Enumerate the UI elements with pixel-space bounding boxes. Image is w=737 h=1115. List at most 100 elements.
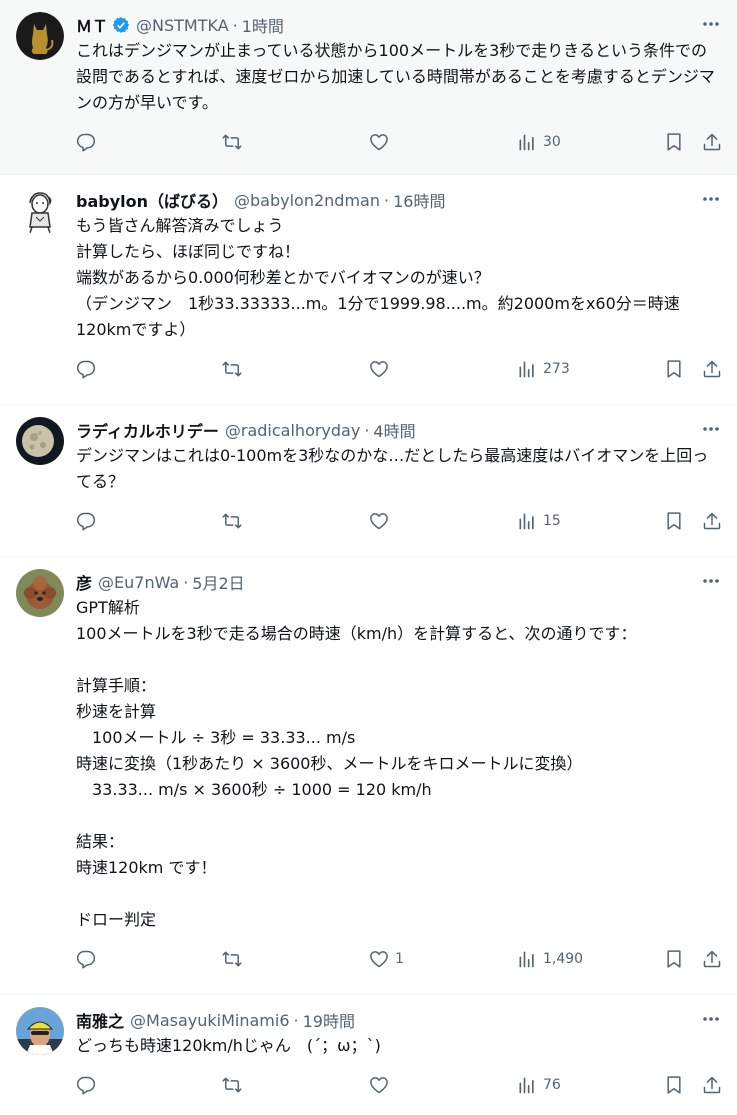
post-header: 彦 @Eu7nWa · 5月2日 — [76, 569, 721, 595]
heart-icon — [370, 134, 388, 151]
bookmark-icon — [667, 360, 681, 378]
repost-button[interactable] — [222, 1075, 242, 1095]
share-button[interactable] — [702, 1075, 722, 1095]
avatar[interactable] — [16, 1007, 64, 1055]
repost-button[interactable] — [222, 132, 242, 152]
share-button[interactable] — [702, 511, 722, 531]
reply-button[interactable] — [76, 132, 96, 152]
more-options-icon[interactable] — [701, 14, 721, 34]
action-bar: 273 — [76, 349, 721, 397]
more-options-icon[interactable] — [701, 1009, 721, 1029]
bookmark-button[interactable] — [664, 1075, 684, 1095]
handle[interactable]: @babylon2ndman — [234, 191, 380, 210]
share-button[interactable] — [702, 949, 722, 969]
more-options-icon[interactable] — [701, 571, 721, 591]
post[interactable]: 南雅之 @MasayukiMinami6 · 19時間 どっちも時速120km/… — [0, 995, 737, 1115]
post[interactable]: babylon（ばびる） @babylon2ndman · 16時間 もう皆さん… — [0, 175, 737, 405]
bookmark-button[interactable] — [664, 949, 684, 969]
post-header: ラディカルホリデー @radicalhoryday · 4時間 — [76, 417, 721, 443]
more-options-icon[interactable] — [701, 419, 721, 439]
share-icon — [703, 950, 721, 968]
timestamp[interactable]: 5月2日 — [192, 570, 244, 594]
more-options-icon[interactable] — [701, 189, 721, 209]
separator: · — [293, 1010, 299, 1030]
cyclist-helmet-icon — [16, 1007, 64, 1055]
reply-button[interactable] — [76, 949, 96, 969]
reply-button[interactable] — [76, 511, 96, 531]
view-count: 1,490 — [543, 951, 584, 967]
display-name[interactable]: ラディカルホリデー — [76, 418, 219, 442]
timestamp[interactable]: 16時間 — [393, 188, 445, 212]
repost-button[interactable] — [222, 511, 242, 531]
bookmark-button[interactable] — [664, 132, 684, 152]
display-name[interactable]: ＭＴ — [76, 13, 108, 37]
views-button[interactable]: 30 — [517, 132, 561, 152]
post[interactable]: 彦 @Eu7nWa · 5月2日 GPT解析 100メートルを3秒で走る場合の時… — [0, 557, 737, 995]
display-name[interactable]: babylon（ばびる） — [76, 188, 228, 212]
bar-chart-icon — [519, 513, 534, 530]
post[interactable]: ラディカルホリデー @radicalhoryday · 4時間 デンジマンはこれ… — [0, 405, 737, 557]
reply-feed: ＭＴ @NSTMTKA · 1時間 これはデンジマンが止まっている状態から100… — [0, 0, 737, 1115]
handle[interactable]: @radicalhoryday — [225, 421, 360, 440]
bookmark-button[interactable] — [664, 511, 684, 531]
like-button[interactable] — [369, 1075, 395, 1095]
separator: · — [383, 190, 390, 210]
handle[interactable]: @MasayukiMinami6 — [130, 1011, 289, 1030]
reply-icon — [76, 360, 96, 379]
cartoon-character-icon — [16, 187, 64, 235]
reply-icon — [76, 133, 96, 152]
repost-button[interactable] — [222, 359, 242, 379]
timestamp[interactable]: 19時間 — [303, 1008, 355, 1032]
views-button[interactable]: 273 — [517, 359, 570, 379]
like-button[interactable] — [369, 511, 395, 531]
bookmark-button[interactable] — [664, 359, 684, 379]
views-button[interactable]: 1,490 — [517, 949, 583, 969]
heart-icon — [370, 1077, 388, 1094]
timestamp[interactable]: 4時間 — [373, 418, 415, 442]
action-bar: 1 1,490 — [76, 939, 721, 987]
view-count: 76 — [543, 1077, 561, 1093]
reply-icon — [76, 512, 96, 531]
avatar[interactable] — [16, 187, 64, 235]
display-name[interactable]: 彦 — [76, 570, 92, 594]
heart-icon — [370, 951, 388, 968]
repost-button[interactable] — [222, 949, 242, 969]
like-button[interactable] — [369, 132, 395, 152]
poodle-dog-icon — [16, 569, 64, 617]
share-button[interactable] — [702, 132, 722, 152]
view-count: 273 — [543, 361, 570, 377]
reply-button[interactable] — [76, 1075, 96, 1095]
display-name[interactable]: 南雅之 — [76, 1008, 124, 1032]
reply-button[interactable] — [76, 359, 96, 379]
view-count: 30 — [543, 134, 561, 150]
like-button[interactable] — [369, 359, 395, 379]
avatar[interactable] — [16, 12, 64, 60]
moon-icon — [16, 417, 64, 465]
avatar[interactable] — [16, 569, 64, 617]
heart-icon — [370, 361, 388, 378]
views-button[interactable]: 15 — [517, 511, 561, 531]
bar-chart-icon — [519, 951, 534, 968]
post-text: これはデンジマンが止まっている状態から100メートルを3秒で走りきるという条件で… — [76, 41, 715, 112]
share-icon — [703, 360, 721, 378]
bookmark-icon — [667, 133, 681, 151]
views-button[interactable]: 76 — [517, 1075, 561, 1095]
separator: · — [183, 572, 189, 592]
like-button[interactable]: 1 — [369, 949, 404, 969]
like-count: 1 — [395, 951, 404, 967]
share-icon — [703, 1076, 721, 1094]
bar-chart-icon — [519, 134, 534, 151]
share-button[interactable] — [702, 359, 722, 379]
avatar[interactable] — [16, 417, 64, 465]
handle[interactable]: @NSTMTKA — [136, 16, 229, 35]
cat-silhouette-icon — [16, 12, 64, 60]
view-count: 15 — [543, 513, 561, 529]
handle[interactable]: @Eu7nWa — [98, 573, 179, 592]
post[interactable]: ＭＴ @NSTMTKA · 1時間 これはデンジマンが止まっている状態から100… — [0, 0, 737, 175]
timestamp[interactable]: 1時間 — [242, 13, 284, 37]
post-text: デンジマンはこれは0-100mを3秒なのかな…だとしたら最高速度はバイオマンを上… — [76, 446, 709, 491]
bookmark-icon — [667, 1076, 681, 1094]
bar-chart-icon — [519, 1077, 534, 1094]
reply-icon — [76, 950, 96, 969]
separator: · — [364, 420, 370, 440]
